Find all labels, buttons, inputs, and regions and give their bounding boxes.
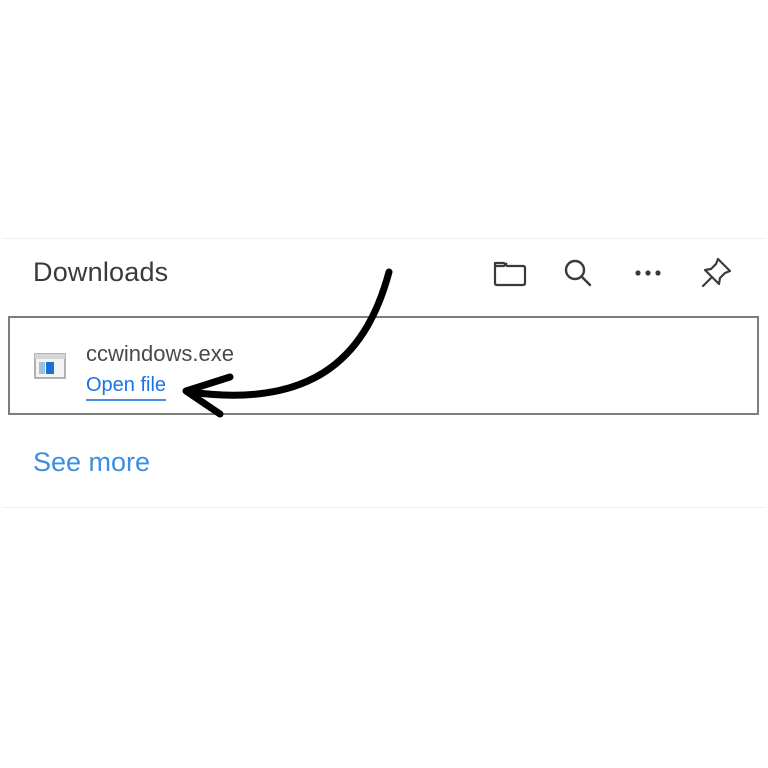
downloads-panel: Downloads ccwindows.exe Open file See mo… (2, 238, 766, 508)
see-more-link[interactable]: See more (33, 447, 150, 478)
folder-icon[interactable] (490, 253, 530, 293)
pin-icon[interactable] (696, 253, 736, 293)
more-icon[interactable] (628, 253, 668, 293)
file-name: ccwindows.exe (86, 341, 234, 366)
screenshot-canvas: Downloads ccwindows.exe Open file See mo… (0, 0, 768, 768)
panel-title: Downloads (33, 257, 169, 287)
search-icon[interactable] (558, 253, 598, 293)
download-item[interactable]: ccwindows.exe Open file (8, 316, 759, 415)
open-file-link[interactable]: Open file (86, 374, 167, 401)
exe-file-icon (34, 353, 66, 379)
